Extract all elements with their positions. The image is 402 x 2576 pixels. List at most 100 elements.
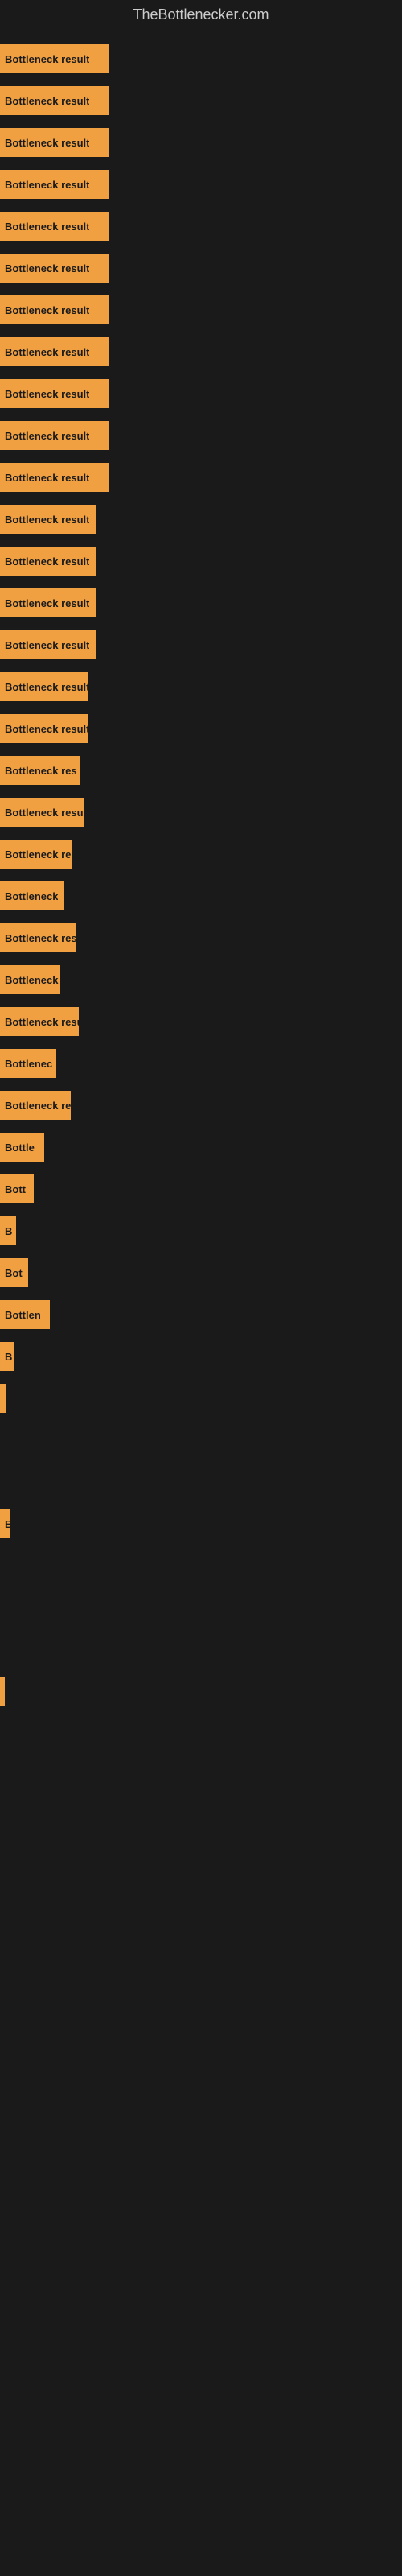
bar-label: Bottleneck resu [5, 1016, 79, 1028]
bottleneck-bar: Bottleneck result [0, 86, 109, 115]
bar-label: B [5, 1351, 12, 1363]
bar-label: Bottleneck result [5, 597, 89, 609]
bar-row: B [0, 1503, 402, 1545]
bottleneck-bar: Bottleneck result [0, 798, 84, 827]
bottleneck-bar: Bottleneck result [0, 588, 96, 617]
bar-row: Bottleneck result [0, 540, 402, 582]
bar-label: Bottleneck result [5, 346, 89, 358]
bar-row: Bottleneck res [0, 917, 402, 959]
bottleneck-bar: Bottleneck result [0, 379, 109, 408]
bar-row [0, 1587, 402, 1629]
bottleneck-bar: Bottleneck result [0, 714, 88, 743]
bar-label: Bottleneck result [5, 179, 89, 191]
bottleneck-bar: Bottleneck result [0, 505, 96, 534]
bar-label: Bottleneck result [5, 472, 89, 484]
bar-row: Bottleneck re [0, 833, 402, 875]
bar-row: Bottleneck [0, 875, 402, 917]
bar-row: Bottleneck result [0, 331, 402, 373]
bar-label: Bottleneck r [5, 974, 60, 986]
bottleneck-bar: Bottleneck res [0, 756, 80, 785]
bottleneck-bar [0, 1677, 5, 1706]
bar-label: Bott [5, 1183, 26, 1195]
bar-label: Bottleneck result [5, 137, 89, 149]
bottleneck-bar: Bottleneck result [0, 254, 109, 283]
bottleneck-bar: Bottleneck re [0, 840, 72, 869]
bar-label: B [5, 1225, 12, 1237]
bar-row: Bottleneck result [0, 666, 402, 708]
bar-row: B [0, 1335, 402, 1377]
bar-label: Bottleneck result [5, 807, 84, 819]
bar-row: Bottleneck res [0, 749, 402, 791]
bar-label: Bottleneck result [5, 514, 89, 526]
bar-row: Bottlen [0, 1294, 402, 1335]
bar-row [0, 1545, 402, 1587]
bar-row: Bottleneck result [0, 373, 402, 415]
bar-row: Bottleneck result [0, 122, 402, 163]
bar-row: Bottleneck result [0, 38, 402, 80]
bottleneck-bar: Bottlenec [0, 1049, 56, 1078]
bar-label: Bottleneck [5, 890, 58, 902]
bar-row [0, 1461, 402, 1503]
bottleneck-bar: Bottleneck [0, 881, 64, 910]
bottleneck-bar: B [0, 1216, 16, 1245]
bar-row: Bottleneck result [0, 708, 402, 749]
bar-row: Bottleneck result [0, 205, 402, 247]
bar-row: Bottleneck result [0, 624, 402, 666]
bar-row: Bottleneck resu [0, 1001, 402, 1042]
bar-row: Bottlenec [0, 1042, 402, 1084]
bar-label: Bottleneck result [5, 388, 89, 400]
bottleneck-bar: Bottleneck re [0, 1091, 71, 1120]
bar-row: Bottleneck result [0, 80, 402, 122]
bar-label: Bottlen [5, 1309, 41, 1321]
bottleneck-bar: Bottle [0, 1133, 44, 1162]
bar-row [0, 1629, 402, 1670]
bottleneck-bar: Bottleneck result [0, 295, 109, 324]
bottleneck-bar: Bottleneck result [0, 672, 88, 701]
bar-row [0, 1670, 402, 1712]
bar-row: Bottleneck result [0, 456, 402, 498]
bottleneck-bar: Bottleneck res [0, 923, 76, 952]
bar-row: Bottleneck result [0, 582, 402, 624]
bottleneck-bar: Bottleneck result [0, 547, 96, 576]
bar-label: Bottleneck result [5, 555, 89, 568]
bottleneck-bar: B [0, 1342, 14, 1371]
bottleneck-bar: Bott [0, 1174, 34, 1203]
bar-label: B [5, 1518, 10, 1530]
bar-label: Bottleneck result [5, 723, 88, 735]
bar-label: Bottleneck result [5, 221, 89, 233]
bar-label: Bottleneck result [5, 681, 88, 693]
bar-row: Bottleneck re [0, 1084, 402, 1126]
bottleneck-bar: Bottleneck r [0, 965, 60, 994]
bar-row [0, 1419, 402, 1461]
bottleneck-bar: Bottleneck result [0, 630, 96, 659]
bar-row: Bottleneck r [0, 959, 402, 1001]
bar-row [0, 1377, 402, 1419]
bars-container: Bottleneck result Bottleneck result Bottle… [0, 30, 402, 1720]
bar-label: Bottleneck re [5, 1100, 71, 1112]
bottleneck-bar: B [0, 1509, 10, 1538]
bar-row: Bottleneck result [0, 163, 402, 205]
bar-label: Bottleneck re [5, 848, 71, 861]
bar-label: Bottleneck result [5, 639, 89, 651]
bar-label: Bottleneck result [5, 430, 89, 442]
site-title: TheBottlenecker.com [0, 0, 402, 30]
bar-label: Bottleneck result [5, 304, 89, 316]
bar-label: Bottle [5, 1141, 35, 1154]
bar-row: Bottle [0, 1126, 402, 1168]
bottleneck-bar: Bottleneck result [0, 44, 109, 73]
bottleneck-bar: Bottleneck result [0, 463, 109, 492]
bottleneck-bar: Bottlen [0, 1300, 50, 1329]
bar-label: Bottleneck result [5, 95, 89, 107]
bar-label: Bottleneck res [5, 932, 76, 944]
bar-row: Bottleneck result [0, 415, 402, 456]
bar-row: Bot [0, 1252, 402, 1294]
bottleneck-bar: Bottleneck result [0, 128, 109, 157]
bar-row: Bottleneck result [0, 289, 402, 331]
bottleneck-bar: Bottleneck resu [0, 1007, 79, 1036]
bar-row: Bottleneck result [0, 498, 402, 540]
bar-label: Bottleneck result [5, 262, 89, 275]
bottleneck-bar: Bottleneck result [0, 170, 109, 199]
bottleneck-bar: Bot [0, 1258, 28, 1287]
bottleneck-bar: Bottleneck result [0, 212, 109, 241]
bottleneck-bar: Bottleneck result [0, 337, 109, 366]
